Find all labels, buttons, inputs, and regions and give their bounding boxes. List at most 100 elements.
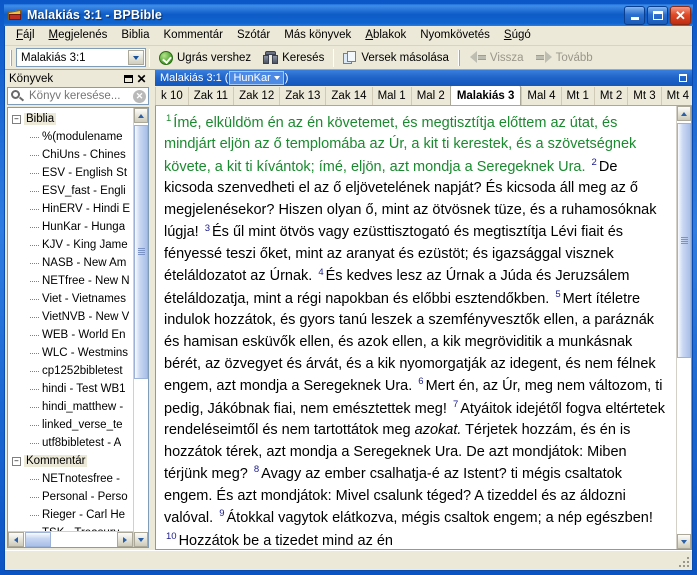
chapter-tab[interactable]: Zak 14: [325, 87, 372, 105]
chapter-tab[interactable]: Mal 4: [521, 87, 561, 105]
chapter-tab[interactable]: Mt 3: [627, 87, 661, 105]
tree-item[interactable]: HinERV - Hindi E: [8, 200, 148, 218]
clear-search-icon[interactable]: ✕: [133, 89, 146, 103]
scroll-up-button[interactable]: [677, 106, 691, 121]
chapter-tab[interactable]: Mal 1: [371, 87, 411, 105]
verse-number[interactable]: 4: [316, 267, 325, 278]
menu-nyomkovetes[interactable]: Nyomkövetés: [413, 27, 497, 44]
float-panel-button[interactable]: [677, 73, 689, 84]
tree-item[interactable]: ESV - English St: [8, 164, 148, 182]
resize-grip[interactable]: [679, 557, 690, 568]
hscroll-track[interactable]: [24, 532, 117, 547]
menu-megjelenes[interactable]: Megjelenés: [42, 27, 115, 44]
tree-group[interactable]: – Biblia: [8, 110, 148, 128]
reference-combobox[interactable]: Malakiás 3:1: [16, 48, 146, 67]
hscroll-thumb[interactable]: [25, 532, 51, 547]
tree-item[interactable]: WEB - World En: [8, 326, 148, 344]
tree-group[interactable]: – Kommentár: [8, 452, 148, 470]
verse-number[interactable]: 6: [416, 376, 425, 387]
book-search-box[interactable]: ✕: [7, 87, 149, 106]
tree-item[interactable]: NASB - New Am: [8, 254, 148, 272]
tree-toggle-icon[interactable]: –: [12, 456, 21, 466]
verse-vscrollbar[interactable]: [676, 106, 691, 549]
chevron-down-icon[interactable]: [128, 50, 144, 65]
tree-item-label: VietNVB - New V: [42, 311, 130, 324]
chapter-tab[interactable]: Mal 2: [410, 87, 450, 105]
chapter-tab[interactable]: Zak 13: [279, 87, 326, 105]
verse-number[interactable]: 2: [590, 157, 599, 168]
back-button[interactable]: Vissza: [464, 47, 530, 69]
tree-item[interactable]: VietNVB - New V: [8, 308, 148, 326]
menu-mas-konyvek[interactable]: Más könyvek: [277, 27, 358, 44]
tree-toggle-icon[interactable]: –: [12, 114, 21, 124]
vscroll-track[interactable]: [677, 121, 691, 534]
close-panel-button[interactable]: ✕: [135, 72, 148, 85]
menu-sugo-rest: úgó: [511, 29, 531, 41]
chapter-tab-label: Mal 2: [416, 90, 445, 102]
tree-item[interactable]: hindi_matthew -: [8, 398, 148, 416]
tree-item[interactable]: linked_verse_te: [8, 416, 148, 434]
tree-item[interactable]: cp1252bibletest: [8, 362, 148, 380]
scroll-left-button[interactable]: [8, 532, 24, 547]
chapter-tab[interactable]: Mt 2: [593, 87, 628, 105]
tree-item[interactable]: NETnotesfree -: [8, 470, 148, 488]
minimize-button[interactable]: [624, 5, 645, 25]
tree-item[interactable]: Rieger - Carl He: [8, 506, 148, 524]
search-button[interactable]: Keresés: [257, 47, 330, 69]
verse-number[interactable]: 3: [203, 223, 212, 234]
tree-item[interactable]: NETfree - New N: [8, 272, 148, 290]
verse-number[interactable]: 5: [553, 289, 562, 300]
copy-verses-button[interactable]: Versek másolása: [337, 47, 455, 69]
book-search-input[interactable]: [27, 89, 133, 104]
verse-number[interactable]: 7: [451, 399, 460, 410]
close-button[interactable]: ✕: [670, 5, 691, 25]
books-tree-vscrollbar[interactable]: [133, 108, 148, 547]
forward-button[interactable]: Tovább: [530, 47, 599, 69]
scroll-right-button[interactable]: [117, 532, 133, 547]
chapter-tabstrip[interactable]: k 10 Zak 11 Zak 12 Zak 13 Zak 14 Mal 1 Mal 2 Ma…: [155, 86, 692, 106]
vscroll-track[interactable]: [134, 123, 148, 532]
chapter-tab[interactable]: Zak 11: [187, 87, 234, 105]
maximize-button[interactable]: [647, 5, 668, 25]
scroll-down-button[interactable]: [134, 532, 148, 547]
chapter-tab[interactable]: Zak 12: [233, 87, 280, 105]
goto-verse-button[interactable]: Ugrás vershez: [153, 47, 257, 69]
float-panel-button[interactable]: [122, 72, 135, 85]
tree-item[interactable]: WLC - Westmins: [8, 344, 148, 362]
tree-item[interactable]: utf8bibletest - A: [8, 434, 148, 452]
menu-fajl[interactable]: Fájl: [9, 27, 42, 44]
chapter-tab[interactable]: Mt 1: [560, 87, 594, 105]
scroll-down-button[interactable]: [677, 534, 691, 549]
menu-ablakok[interactable]: Ablakok: [358, 27, 413, 44]
chapter-tab[interactable]: k 10: [155, 87, 188, 105]
module-selector[interactable]: HunKar: [229, 71, 284, 85]
scroll-up-button[interactable]: [134, 108, 148, 124]
verse-text[interactable]: 1 Ímé, elküldöm én az én követemet, és me…: [156, 106, 676, 549]
chapter-tab-active[interactable]: Malakiás 3: [449, 86, 522, 105]
verse-number[interactable]: 10: [164, 531, 179, 542]
tree-item[interactable]: Viet - Vietnames: [8, 290, 148, 308]
menu-sugo[interactable]: Súgó: [497, 27, 538, 44]
verse-number[interactable]: 9: [217, 508, 226, 519]
verse-number[interactable]: 1: [164, 113, 173, 124]
books-tree-hscrollbar[interactable]: [8, 531, 133, 547]
toolbar-grip-2[interactable]: [457, 49, 462, 67]
verse-number[interactable]: 8: [252, 464, 261, 475]
books-tree-scroll[interactable]: – Biblia %(modulename ChiUns - Chines ESV - …: [8, 108, 148, 531]
tree-item[interactable]: Personal - Perso: [8, 488, 148, 506]
tree-item[interactable]: hindi - Test WB1: [8, 380, 148, 398]
tree-item[interactable]: HunKar - Hunga: [8, 218, 148, 236]
tree-item[interactable]: TSK - Treasury: [8, 524, 148, 531]
chapter-tab[interactable]: Mt 4: [660, 87, 692, 105]
tree-item[interactable]: KJV - King Jame: [8, 236, 148, 254]
tree-item[interactable]: ESV_fast - Engli: [8, 182, 148, 200]
toolbar-grip[interactable]: [9, 49, 14, 67]
tree-item-label: WLC - Westmins: [42, 347, 129, 360]
vscroll-thumb[interactable]: [677, 123, 691, 359]
menu-kommentar[interactable]: Kommentár: [157, 27, 230, 44]
menu-biblia[interactable]: Biblia: [114, 27, 156, 44]
tree-item[interactable]: %(modulename: [8, 128, 148, 146]
vscroll-thumb[interactable]: [134, 125, 148, 379]
menu-szotar[interactable]: Szótár: [230, 27, 277, 44]
tree-item[interactable]: ChiUns - Chines: [8, 146, 148, 164]
